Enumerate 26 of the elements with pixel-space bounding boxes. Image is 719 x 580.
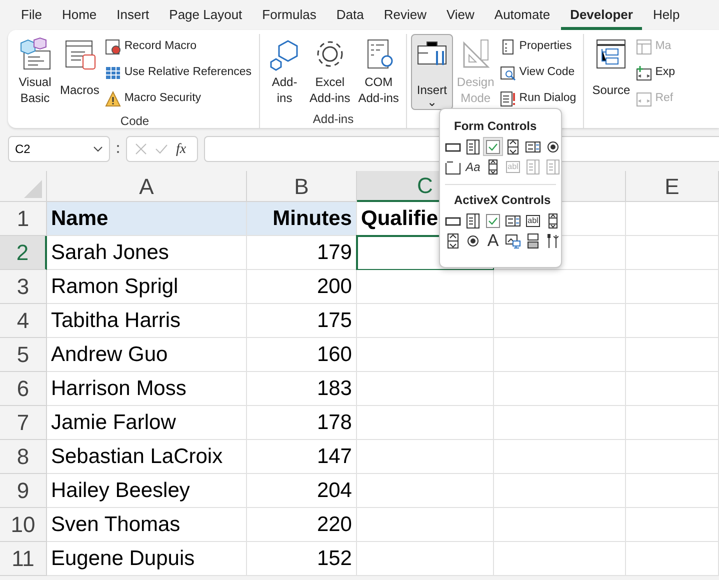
- cell-text: Hailey Beesley: [51, 478, 190, 504]
- cell-text: 147: [316, 444, 352, 470]
- cell-text: 220: [316, 512, 352, 538]
- cell-text: Minutes: [272, 206, 352, 232]
- cell-text: Eugene Dupuis: [51, 546, 195, 572]
- cell-text: Name: [51, 206, 108, 232]
- cell-text: Ramon Sprigl: [51, 274, 178, 300]
- group-label: Add-ins: [312, 112, 354, 126]
- cell-text: 200: [316, 274, 352, 300]
- section-title: Form Controls: [454, 119, 537, 133]
- cell-text: 160: [316, 342, 352, 368]
- cell-text: 204: [316, 478, 352, 504]
- cell-text: 179: [316, 240, 352, 266]
- cell-text: 183: [316, 376, 352, 402]
- cell-text: 178: [316, 410, 352, 436]
- cell-text: Sebastian LaCroix: [51, 444, 223, 470]
- cell-text: Sarah Jones: [51, 240, 169, 266]
- cell-text: Sven Thomas: [51, 512, 180, 538]
- cell-text: 175: [316, 308, 352, 334]
- cell-text: 152: [316, 546, 352, 572]
- cell-text: Andrew Guo: [51, 342, 168, 368]
- cell-text: Tabitha Harris: [51, 308, 181, 334]
- cell-text: Jamie Farlow: [51, 410, 176, 436]
- cell-text: Harrison Moss: [51, 376, 186, 402]
- cell-text: Qualifie: [361, 206, 438, 232]
- group-label: Code: [120, 114, 150, 128]
